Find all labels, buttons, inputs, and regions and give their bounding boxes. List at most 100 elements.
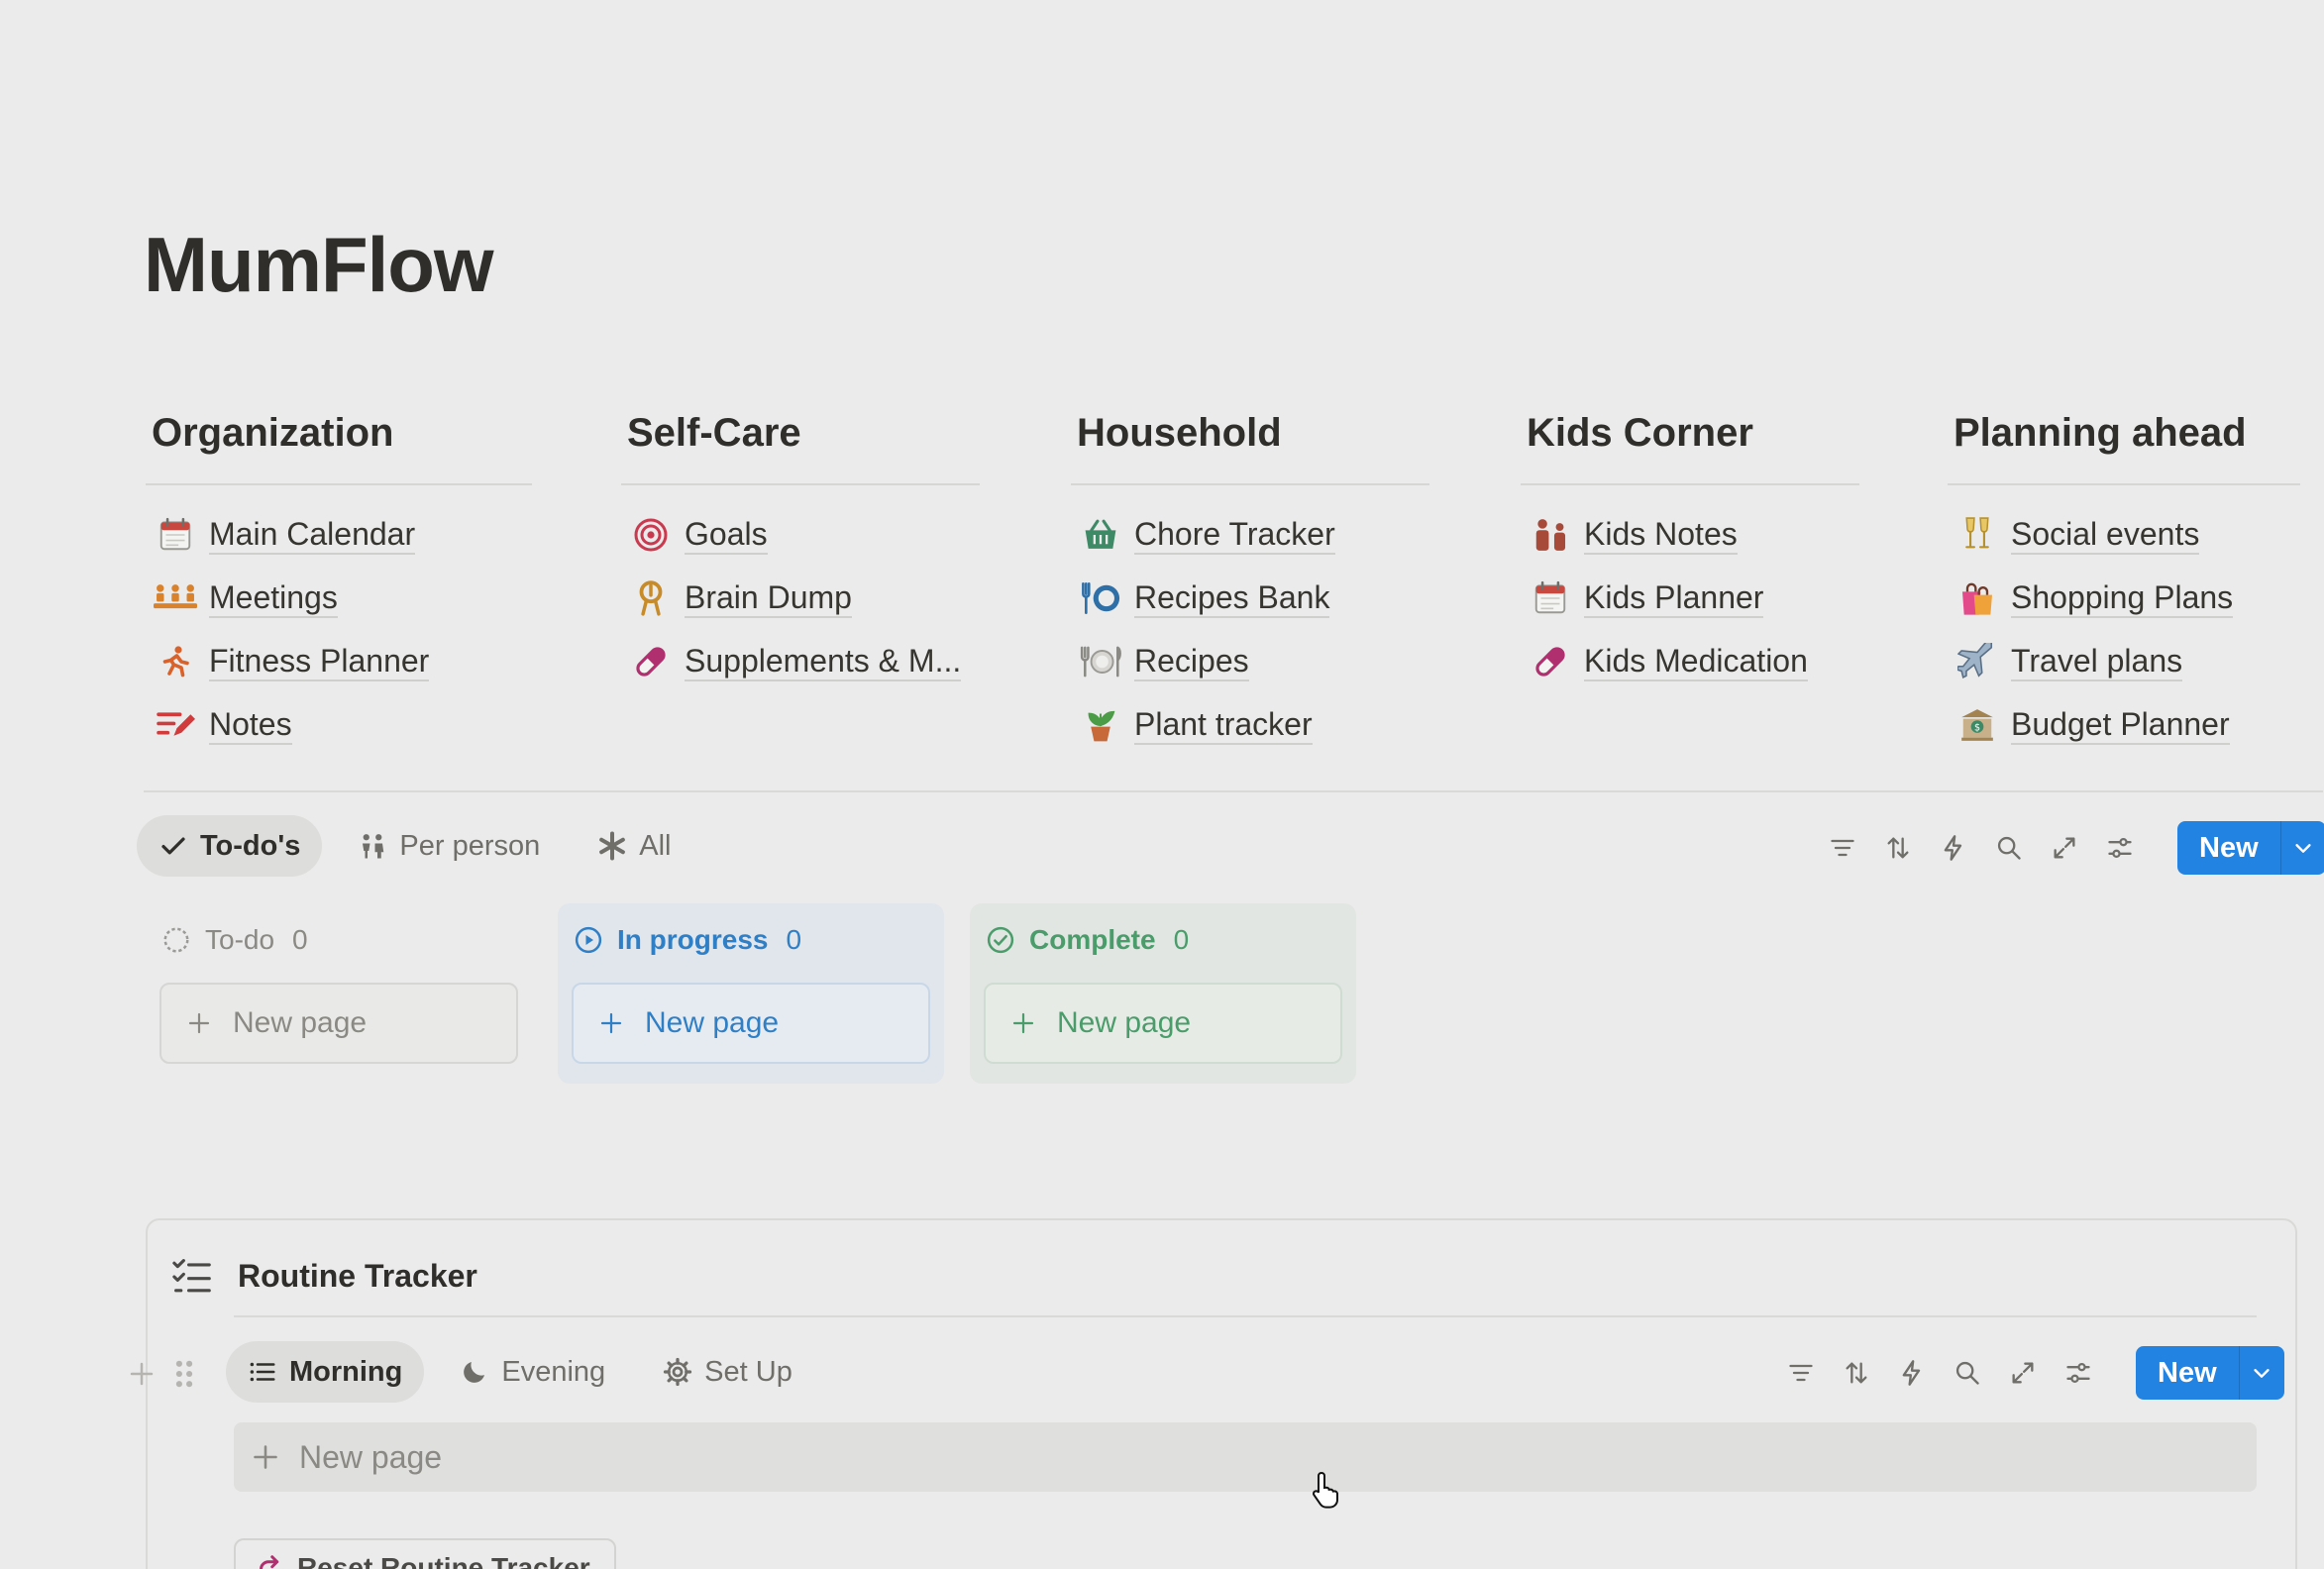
nav-list: Social events Shopping Plans Travel plans $…	[1948, 485, 2300, 757]
filter-icon[interactable]	[1825, 830, 1860, 866]
asterisk-icon	[599, 831, 626, 861]
brain-icon	[629, 578, 673, 618]
nav-list: Kids Notes Kids Planner Kids Medication	[1521, 485, 1859, 693]
checklist-icon	[172, 1259, 211, 1293]
reset-routine-button[interactable]: Reset Routine Tracker	[234, 1538, 616, 1569]
automation-icon[interactable]	[1894, 1355, 1930, 1391]
nav-column: Household Chore Tracker Recipes Bank Recipe…	[1071, 411, 1429, 757]
nav-link[interactable]: Main Calendar	[146, 503, 532, 567]
new-button[interactable]: New	[2136, 1346, 2239, 1400]
hand-cursor-icon	[1312, 1471, 1338, 1509]
new-dropdown-button[interactable]	[2238, 1346, 2284, 1400]
nav-column-heading: Self-Care	[621, 411, 980, 485]
nav-link-label: Kids Planner	[1584, 578, 1764, 619]
nav-link[interactable]: Kids Planner	[1521, 567, 1859, 630]
divider	[144, 790, 2323, 792]
tab-label: Evening	[501, 1355, 606, 1388]
tab-todos[interactable]: To-do's	[137, 815, 323, 877]
nav-link[interactable]: $ Budget Planner	[1948, 693, 2300, 757]
shopping-bags-icon	[1955, 578, 1999, 618]
nav-link-label: Main Calendar	[209, 515, 416, 556]
nav-link-label: Kids Medication	[1584, 642, 1808, 682]
nav-link[interactable]: Goals	[621, 503, 980, 567]
basket-icon	[1079, 515, 1122, 555]
expand-icon[interactable]	[2047, 830, 2082, 866]
new-page-card[interactable]: New page	[572, 983, 930, 1064]
nav-link[interactable]: Travel plans	[1948, 630, 2300, 693]
automation-icon[interactable]	[1936, 830, 1971, 866]
routine-view-tabs: Morning Evening Set Up	[226, 1341, 814, 1403]
column-count: 0	[292, 924, 308, 955]
new-page-label: New page	[299, 1438, 443, 1475]
nav-link[interactable]: Kids Medication	[1521, 630, 1859, 693]
search-icon[interactable]	[1950, 1355, 1985, 1391]
nav-link[interactable]: Supplements & M...	[621, 630, 980, 693]
tab-evening[interactable]: Evening	[438, 1341, 627, 1403]
nav-link-label: Fitness Planner	[209, 642, 430, 682]
nav-link[interactable]: Kids Notes	[1521, 503, 1859, 567]
nav-link-label: Brain Dump	[685, 578, 852, 619]
plus-icon	[188, 1012, 210, 1034]
add-block-icon[interactable]	[127, 1359, 157, 1389]
nav-column: Organization Main Calendar Meetings Fitness…	[146, 411, 532, 757]
chevron-down-icon	[2295, 844, 2311, 853]
tab-set-up[interactable]: Set Up	[641, 1341, 814, 1403]
nav-link[interactable]: Shopping Plans	[1948, 567, 2300, 630]
column-name: Complete	[1029, 924, 1156, 955]
glasses-icon	[1955, 515, 1999, 555]
nav-link-label: Social events	[2011, 515, 2200, 556]
plant-icon	[1079, 705, 1122, 745]
pill-icon	[1529, 642, 1572, 681]
sort-icon[interactable]	[1880, 830, 1916, 866]
expand-icon[interactable]	[2005, 1355, 2041, 1391]
calendar-icon	[154, 515, 197, 555]
tab-morning[interactable]: Morning	[226, 1341, 425, 1403]
check-circle-icon	[987, 926, 1014, 954]
pill-icon	[629, 642, 673, 681]
tab-label: All	[639, 829, 672, 862]
new-button[interactable]: New	[2177, 821, 2280, 875]
fork-plate-icon	[1079, 578, 1122, 618]
new-page-card[interactable]: New page	[159, 983, 518, 1064]
people-icon	[363, 834, 384, 859]
tab-all[interactable]: All	[576, 815, 692, 877]
nav-column: Self-Care Goals Brain Dump Supplements & M.…	[621, 411, 980, 693]
nav-column: Kids Corner Kids Notes Kids Planner Kids Me…	[1521, 411, 1859, 693]
nav-link-label: Recipes Bank	[1134, 578, 1330, 619]
redo-arrow-icon	[260, 1555, 279, 1569]
tab-label: To-do's	[200, 829, 301, 862]
settings-sliders-icon[interactable]	[2102, 830, 2138, 866]
column-header: In progress 0	[572, 921, 930, 959]
nav-link[interactable]: Notes	[146, 693, 532, 757]
search-icon[interactable]	[1991, 830, 2027, 866]
check-icon	[161, 837, 185, 855]
board-column-todo: To-do 0 New page	[146, 903, 532, 1084]
nav-link[interactable]: Brain Dump	[621, 567, 980, 630]
nav-link[interactable]: Chore Tracker	[1071, 503, 1429, 567]
nav-link[interactable]: Fitness Planner	[146, 630, 532, 693]
page-title: MumFlow	[144, 221, 494, 308]
tab-per-person[interactable]: Per person	[336, 815, 562, 877]
todo-view-tabs: To-do's Per person All	[137, 815, 692, 877]
moon-icon	[464, 1362, 485, 1383]
filter-icon[interactable]	[1783, 1355, 1819, 1391]
nav-link-label: Plant tracker	[1134, 705, 1313, 746]
running-icon	[154, 642, 197, 681]
nav-column-heading: Organization	[146, 411, 532, 485]
drag-handle-icon[interactable]	[170, 1357, 198, 1391]
notes-icon	[154, 705, 197, 745]
new-dropdown-button[interactable]	[2279, 821, 2324, 875]
new-page-card[interactable]: New page	[984, 983, 1342, 1064]
nav-link[interactable]: Recipes	[1071, 630, 1429, 693]
plate-icon	[1079, 642, 1122, 681]
settings-sliders-icon[interactable]	[2060, 1355, 2096, 1391]
sort-icon[interactable]	[1839, 1355, 1874, 1391]
nav-link[interactable]: Recipes Bank	[1071, 567, 1429, 630]
nav-link[interactable]: Plant tracker	[1071, 693, 1429, 757]
tab-label: Morning	[289, 1355, 403, 1388]
tab-label: Per person	[399, 829, 541, 862]
circle-dashed-icon	[163, 927, 189, 953]
new-page-row[interactable]: New page	[234, 1422, 2257, 1492]
nav-link[interactable]: Meetings	[146, 567, 532, 630]
nav-link[interactable]: Social events	[1948, 503, 2300, 567]
